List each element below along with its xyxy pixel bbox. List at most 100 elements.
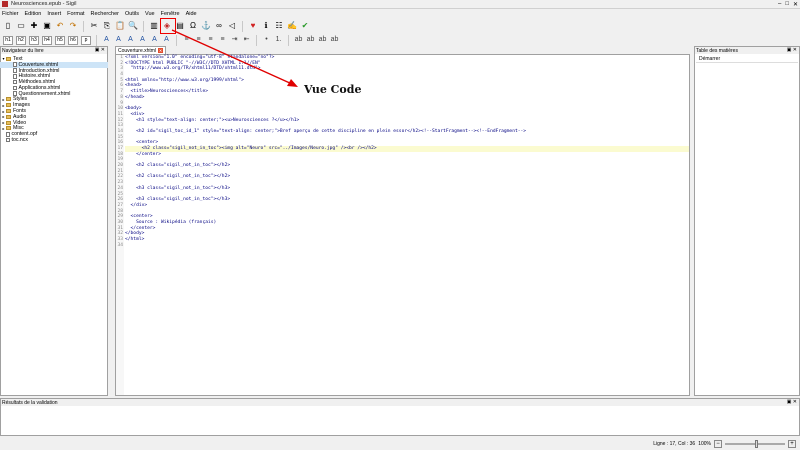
title-bar: Neurosciences.epub - Sigil – □ ✕ [0,0,800,9]
folder-icon [6,56,11,61]
window-controls: – □ ✕ [778,1,798,8]
spellcheck-icon[interactable]: ✍ [287,21,297,31]
close-window-button[interactable]: ✕ [793,1,798,8]
smaller-ab-icon[interactable]: ab [306,36,315,45]
annotation-highlight-circle [160,18,176,34]
align-left-icon[interactable]: ≡ [182,36,191,45]
small-ab-icon[interactable]: ab [294,36,303,45]
zoom-out-button[interactable]: − [714,440,722,448]
toc-header: Table des matières ▣ ✕ [695,47,799,54]
toolbar-separator [242,20,243,32]
case2-ab-icon[interactable]: ab [330,36,339,45]
strike-icon[interactable]: A [138,36,147,45]
new-file-icon[interactable]: ▯ [3,21,13,31]
line-numbers: 1 2 3 4 5 6 7 8 9 10 11 12 13 14 15 16 17 18 19 20 21 22 23 24 2… [116,55,124,395]
toc-divider [696,62,798,63]
tab-couverture[interactable]: Couverture.xhtml ✕ [115,46,167,54]
folder-icon [6,97,11,102]
open-folder-icon[interactable]: ▭ [16,21,26,31]
validate-icon[interactable]: ✔ [300,21,310,31]
superscript-icon[interactable]: A [162,36,171,45]
file-icon [13,85,17,91]
align-right-icon[interactable]: ≡ [206,36,215,45]
heading-h6-button[interactable]: h6 [68,35,78,45]
code-line[interactable] [125,243,689,249]
code-view[interactable]: 1 2 3 4 5 6 7 8 9 10 11 12 13 14 15 16 17 18 19 20 21 22 23 24 2… [115,54,690,396]
code-editor-area: Couverture.xhtml ✕ 1 2 3 4 5 6 7 8 9 10 11 12 13 14 15… [112,46,690,396]
toolbar-separator [176,34,177,46]
line-number: 24 [117,185,123,191]
line-number: 20 [117,163,123,169]
zoom-level: 100% [698,441,711,447]
heart-icon[interactable]: ♥ [248,21,258,31]
tree-item-toc-ncx[interactable]: toc.ncx [0,137,108,143]
zoom-slider-handle[interactable] [755,440,758,448]
menu-outils[interactable]: Outils [125,11,139,17]
main-toolbar: ▯ ▭ ✚ ▣ ↶ ↷ ✂ ⎘ 📋 🔍 ▥ ◈ ▤ Ω ⚓ ∞ ◁ ♥ ℹ ☷ ✍ ✔ [0,18,800,34]
cut-icon[interactable]: ✂ [89,21,99,31]
info-icon[interactable]: ℹ [261,21,271,31]
heading-h4-button[interactable]: h4 [42,35,52,45]
list-icon[interactable]: • [262,36,271,45]
insert-image-icon[interactable]: ▤ [175,21,185,31]
case-ab-icon[interactable]: ab [318,36,327,45]
menu-format[interactable]: Format [67,11,84,17]
menu-aide[interactable]: Aide [186,11,197,17]
paragraph-button[interactable]: p [81,35,91,45]
menu-fichier[interactable]: Fichier [2,11,19,17]
pane-controls-icon[interactable]: ▣ ✕ [787,47,797,53]
subscript-icon[interactable]: A [150,36,159,45]
menu-rechercher[interactable]: Rechercher [91,11,119,17]
special-char-icon[interactable]: Ω [188,21,198,31]
metadata-icon[interactable]: ☷ [274,21,284,31]
zoom-in-button[interactable]: + [788,440,796,448]
file-icon [6,132,10,137]
copy-icon[interactable]: ⎘ [102,21,112,31]
window-title: Neurosciences.epub - Sigil [11,1,77,7]
toolbar-separator [143,20,144,32]
line-number: 27 [117,202,123,208]
toolbar-separator [288,34,289,46]
paste-icon[interactable]: 📋 [115,21,125,31]
book-view-icon[interactable]: ▥ [149,21,159,31]
status-bar: Ligne : 17, Col : 36 100% − + [0,438,800,450]
zoom-slider[interactable] [725,440,785,448]
link-icon[interactable]: ∞ [214,21,224,31]
menu-edition[interactable]: Edition [25,11,42,17]
cursor-position: Ligne : 17, Col : 36 [653,441,696,447]
bold-icon[interactable]: A [102,36,111,45]
source-code[interactable]: <?xml version="1.0" encoding="utf-8" sta… [125,55,689,248]
book-browser-header: Navigateur du livre ▣ ✕ [1,47,107,54]
anchor-icon[interactable]: ⚓ [201,21,211,31]
toc-title: Table des matières [696,47,738,54]
outdent-icon[interactable]: ⇤ [242,36,251,45]
back-icon[interactable]: ◁ [227,21,237,31]
heading-h3-button[interactable]: h3 [29,35,39,45]
indent-icon[interactable]: ⇥ [230,36,239,45]
minimize-button[interactable]: – [778,1,781,8]
undo-icon[interactable]: ↶ [55,21,65,31]
menu-vue[interactable]: Vue [145,11,155,17]
save-icon[interactable]: ▣ [42,21,52,31]
add-file-icon[interactable]: ✚ [29,21,39,31]
menu-insert[interactable]: Insert [47,11,61,17]
numbered-list-icon[interactable]: 1. [274,36,283,45]
close-tab-icon[interactable]: ✕ [158,48,164,53]
align-center-icon[interactable]: ≡ [194,36,203,45]
menu-fenetre[interactable]: Fenêtre [161,11,180,17]
justify-icon[interactable]: ≡ [218,36,227,45]
maximize-button[interactable]: □ [785,1,789,8]
pane-controls-icon[interactable]: ▣ ✕ [95,47,105,53]
heading-h5-button[interactable]: h5 [55,35,65,45]
file-icon [13,68,17,73]
line-number: 34 [117,242,123,248]
annotation-label: Vue Code [304,83,362,96]
pane-controls-icon[interactable]: ▣ ✕ [787,399,797,405]
heading-h2-button[interactable]: h2 [16,35,26,45]
italic-icon[interactable]: A [114,36,123,45]
underline-icon[interactable]: A [126,36,135,45]
redo-icon[interactable]: ↷ [68,21,78,31]
find-icon[interactable]: 🔍 [128,21,138,31]
heading-h1-button[interactable]: h1 [3,35,13,45]
file-icon [13,91,17,96]
